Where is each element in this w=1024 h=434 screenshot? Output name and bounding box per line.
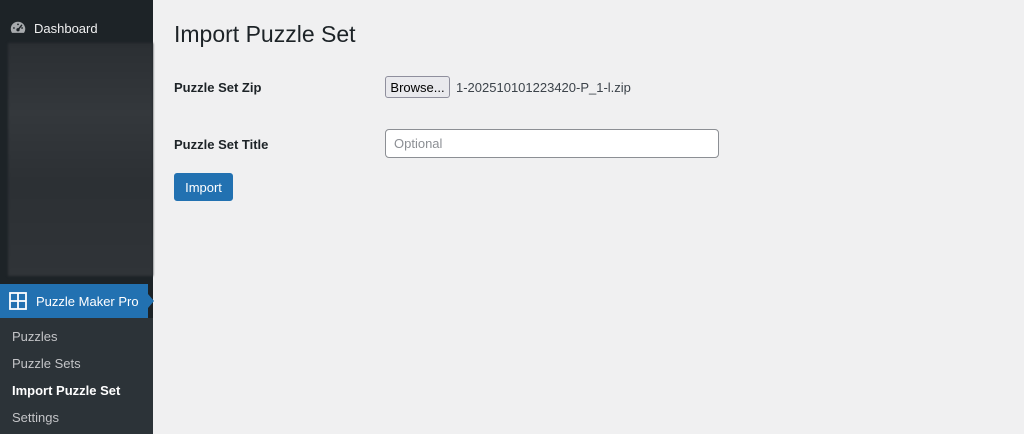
page-title: Import Puzzle Set xyxy=(174,21,356,47)
admin-sidebar: Dashboard Puzzle Maker Pro Puzzles Puzzl… xyxy=(0,0,154,434)
sidebar-item-label: Dashboard xyxy=(34,20,98,36)
sidebar-item-label: Puzzle Maker Pro xyxy=(36,293,139,309)
plugin-submenu: Puzzles Puzzle Sets Import Puzzle Set Se… xyxy=(0,318,153,434)
puzzle-set-title-input[interactable] xyxy=(385,129,719,158)
zip-field-label: Puzzle Set Zip xyxy=(174,80,262,95)
sidebar-item-dashboard[interactable]: Dashboard xyxy=(0,11,153,45)
selected-file-name: 1-202510101223420-P_1-l.zip xyxy=(456,80,631,95)
submenu-item-import-puzzle-set[interactable]: Import Puzzle Set xyxy=(12,383,120,399)
submenu-item-puzzle-sets[interactable]: Puzzle Sets xyxy=(12,356,81,372)
sidebar-item-puzzle-maker-pro[interactable]: Puzzle Maker Pro xyxy=(0,284,154,318)
dashboard-gauge-icon xyxy=(8,18,28,38)
blurred-menu-region xyxy=(8,43,153,276)
import-button[interactable]: Import xyxy=(174,173,233,201)
submenu-item-settings[interactable]: Settings xyxy=(12,410,59,426)
title-field-label: Puzzle Set Title xyxy=(174,137,269,152)
admin-page: Dashboard Puzzle Maker Pro Puzzles Puzzl… xyxy=(0,0,1024,434)
browse-button[interactable]: Browse... xyxy=(385,76,450,98)
grid-icon xyxy=(8,291,28,311)
submenu-item-puzzles[interactable]: Puzzles xyxy=(12,329,58,345)
